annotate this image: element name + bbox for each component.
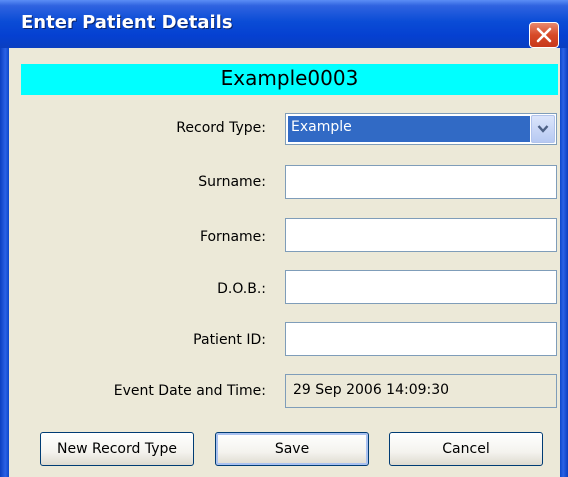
record-id: Example0003 bbox=[220, 66, 359, 90]
surname-input[interactable] bbox=[285, 165, 557, 199]
dob-input[interactable] bbox=[285, 270, 557, 304]
chevron-down-icon bbox=[537, 125, 549, 133]
record-type-selected: Example bbox=[288, 116, 530, 142]
close-icon bbox=[536, 27, 552, 43]
patient-id-input[interactable] bbox=[285, 322, 557, 356]
patient-details-dialog: Enter Patient Details Example0003 Record… bbox=[0, 0, 568, 477]
record-banner: Example0003 bbox=[21, 64, 558, 95]
window-frame-left bbox=[0, 48, 9, 477]
record-type-dropdown-button[interactable] bbox=[531, 115, 555, 143]
title-bar[interactable]: Enter Patient Details bbox=[0, 0, 568, 48]
new-record-type-button[interactable]: New Record Type bbox=[40, 432, 194, 466]
event-datetime-label: Event Date and Time: bbox=[113, 383, 266, 399]
save-button[interactable]: Save bbox=[215, 432, 369, 466]
surname-label: Surname: bbox=[198, 174, 266, 190]
record-type-select[interactable]: Example bbox=[285, 113, 557, 145]
dob-label: D.O.B.: bbox=[217, 281, 266, 297]
window-frame-right bbox=[560, 48, 568, 477]
forname-label: Forname: bbox=[199, 229, 266, 245]
forname-input[interactable] bbox=[285, 218, 557, 252]
cancel-button[interactable]: Cancel bbox=[389, 432, 543, 466]
window-title: Enter Patient Details bbox=[21, 12, 233, 33]
event-datetime-value: 29 Sep 2006 14:09:30 bbox=[293, 382, 450, 398]
patient-id-label: Patient ID: bbox=[193, 332, 266, 348]
record-type-label: Record Type: bbox=[176, 120, 266, 136]
event-datetime-field: 29 Sep 2006 14:09:30 bbox=[285, 374, 557, 408]
record-type-value: Example bbox=[291, 119, 352, 135]
close-button[interactable] bbox=[529, 22, 559, 48]
